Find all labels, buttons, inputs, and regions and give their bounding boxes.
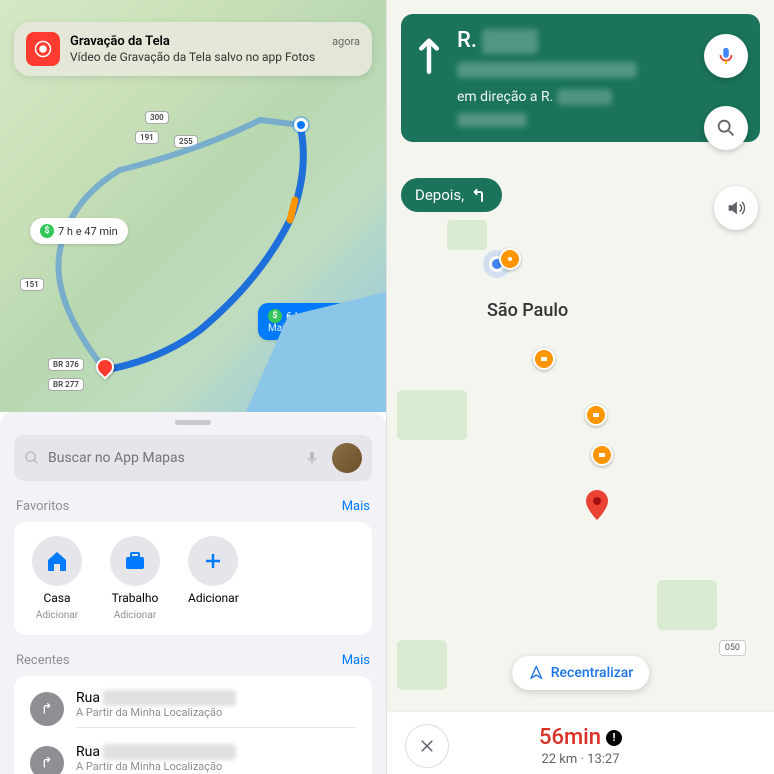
google-maps-panel: 050 São Paulo R. redac redacted long nam…	[387, 0, 774, 774]
recents-card: Rua redacted street name A Partir da Min…	[14, 676, 372, 774]
recenter-label: Recentralizar	[551, 665, 634, 681]
eta-time: 56min!	[539, 725, 622, 750]
apple-maps-panel: 300 191 255 151 BR 376 BR 277 $ 7 h e 47…	[0, 0, 387, 774]
destination-toward: em direção a R. redacted	[457, 89, 690, 105]
search-icon	[24, 450, 40, 466]
favorite-label: Casa	[43, 591, 70, 605]
bottom-sheet[interactable]: Favoritos Mais Casa Adicionar Trabalho A…	[0, 412, 386, 774]
alt-route-time: 7 h e 47 min	[58, 225, 118, 238]
recents-more-link[interactable]: Mais	[342, 653, 370, 668]
favorites-more-link[interactable]: Mais	[342, 499, 370, 514]
park	[447, 220, 487, 250]
close-navigation-button[interactable]	[405, 724, 449, 768]
straight-arrow-icon	[415, 34, 443, 78]
favorite-add[interactable]: Adicionar	[188, 536, 239, 621]
audio-button[interactable]	[714, 186, 758, 230]
recent-item[interactable]: Rua redacted street name A Partir da Min…	[24, 682, 362, 736]
favorite-work[interactable]: Trabalho Adicionar	[110, 536, 160, 621]
briefcase-icon	[110, 536, 160, 586]
speaker-icon	[725, 197, 747, 219]
search-button[interactable]	[704, 106, 748, 150]
current-location-dot	[294, 118, 308, 132]
record-icon	[26, 32, 60, 66]
hazard-icon[interactable]	[499, 248, 521, 270]
eta-block[interactable]: 56min! 22 km · 13:27	[469, 725, 692, 767]
next-turn-label: Depois,	[415, 186, 464, 204]
mic-icon[interactable]	[304, 450, 320, 466]
recent-item[interactable]: Rua redacted street name A Partir da Min…	[24, 736, 362, 774]
turn-right-icon	[30, 746, 64, 774]
screen-recording-notification[interactable]: Gravação da Tela agora Vídeo de Gravação…	[14, 22, 372, 76]
main-route-time: 6 h e 13 min	[286, 310, 346, 323]
park	[657, 580, 717, 630]
favorite-sub: Adicionar	[36, 610, 78, 621]
close-icon	[418, 737, 436, 755]
park	[397, 640, 447, 690]
favorite-label: Adicionar	[188, 591, 239, 605]
navigation-icon	[528, 665, 544, 681]
main-route-badge[interactable]: $6 h e 13 min Mais Rápida	[258, 303, 356, 340]
speed-camera-icon[interactable]	[533, 348, 555, 370]
speed-camera-icon[interactable]	[591, 444, 613, 466]
profile-avatar[interactable]	[332, 443, 362, 473]
destination-street: R. redac	[457, 28, 690, 54]
notification-message: Vídeo de Gravação da Tela salvo no app F…	[70, 50, 360, 64]
toll-icon: $	[268, 309, 282, 323]
turn-right-icon	[30, 692, 64, 726]
recent-title: Rua redacted street name	[76, 744, 356, 760]
search-icon	[715, 117, 737, 139]
favorite-label: Trabalho	[112, 591, 159, 605]
recent-title: Rua redacted street name	[76, 690, 356, 706]
destination-pin	[585, 490, 609, 520]
park	[397, 390, 467, 440]
voice-search-button[interactable]	[704, 34, 748, 78]
home-icon	[32, 536, 82, 586]
warning-icon: !	[606, 730, 622, 746]
notification-time: agora	[332, 35, 360, 48]
city-label: São Paulo	[487, 300, 568, 321]
turn-left-icon	[470, 186, 488, 204]
recent-sub: A Partir da Minha Localização	[76, 706, 356, 719]
notification-title: Gravação da Tela	[70, 34, 170, 49]
sheet-grabber[interactable]	[175, 420, 211, 425]
plus-icon	[188, 536, 238, 586]
next-turn-chip[interactable]: Depois,	[401, 178, 502, 212]
search-bar[interactable]	[14, 435, 372, 481]
recent-sub: A Partir da Minha Localização	[76, 760, 356, 773]
recenter-button[interactable]: Recentralizar	[512, 656, 650, 690]
search-input[interactable]	[48, 450, 296, 466]
recents-heading: Recentes	[16, 653, 70, 668]
favorites-heading: Favoritos	[16, 499, 69, 514]
favorite-home[interactable]: Casa Adicionar	[32, 536, 82, 621]
alt-route-badge[interactable]: $ 7 h e 47 min	[30, 218, 128, 244]
road-shield: 050	[719, 640, 746, 656]
favorite-sub: Adicionar	[114, 610, 156, 621]
eta-details: 22 km · 13:27	[469, 752, 692, 767]
bottom-bar: 56min! 22 km · 13:27	[387, 711, 774, 774]
favorites-card: Casa Adicionar Trabalho Adicionar Adicio…	[14, 522, 372, 635]
mic-icon	[715, 45, 737, 67]
speed-camera-icon[interactable]	[585, 404, 607, 426]
toll-icon: $	[40, 224, 54, 238]
main-route-label: Mais Rápida	[268, 323, 323, 334]
